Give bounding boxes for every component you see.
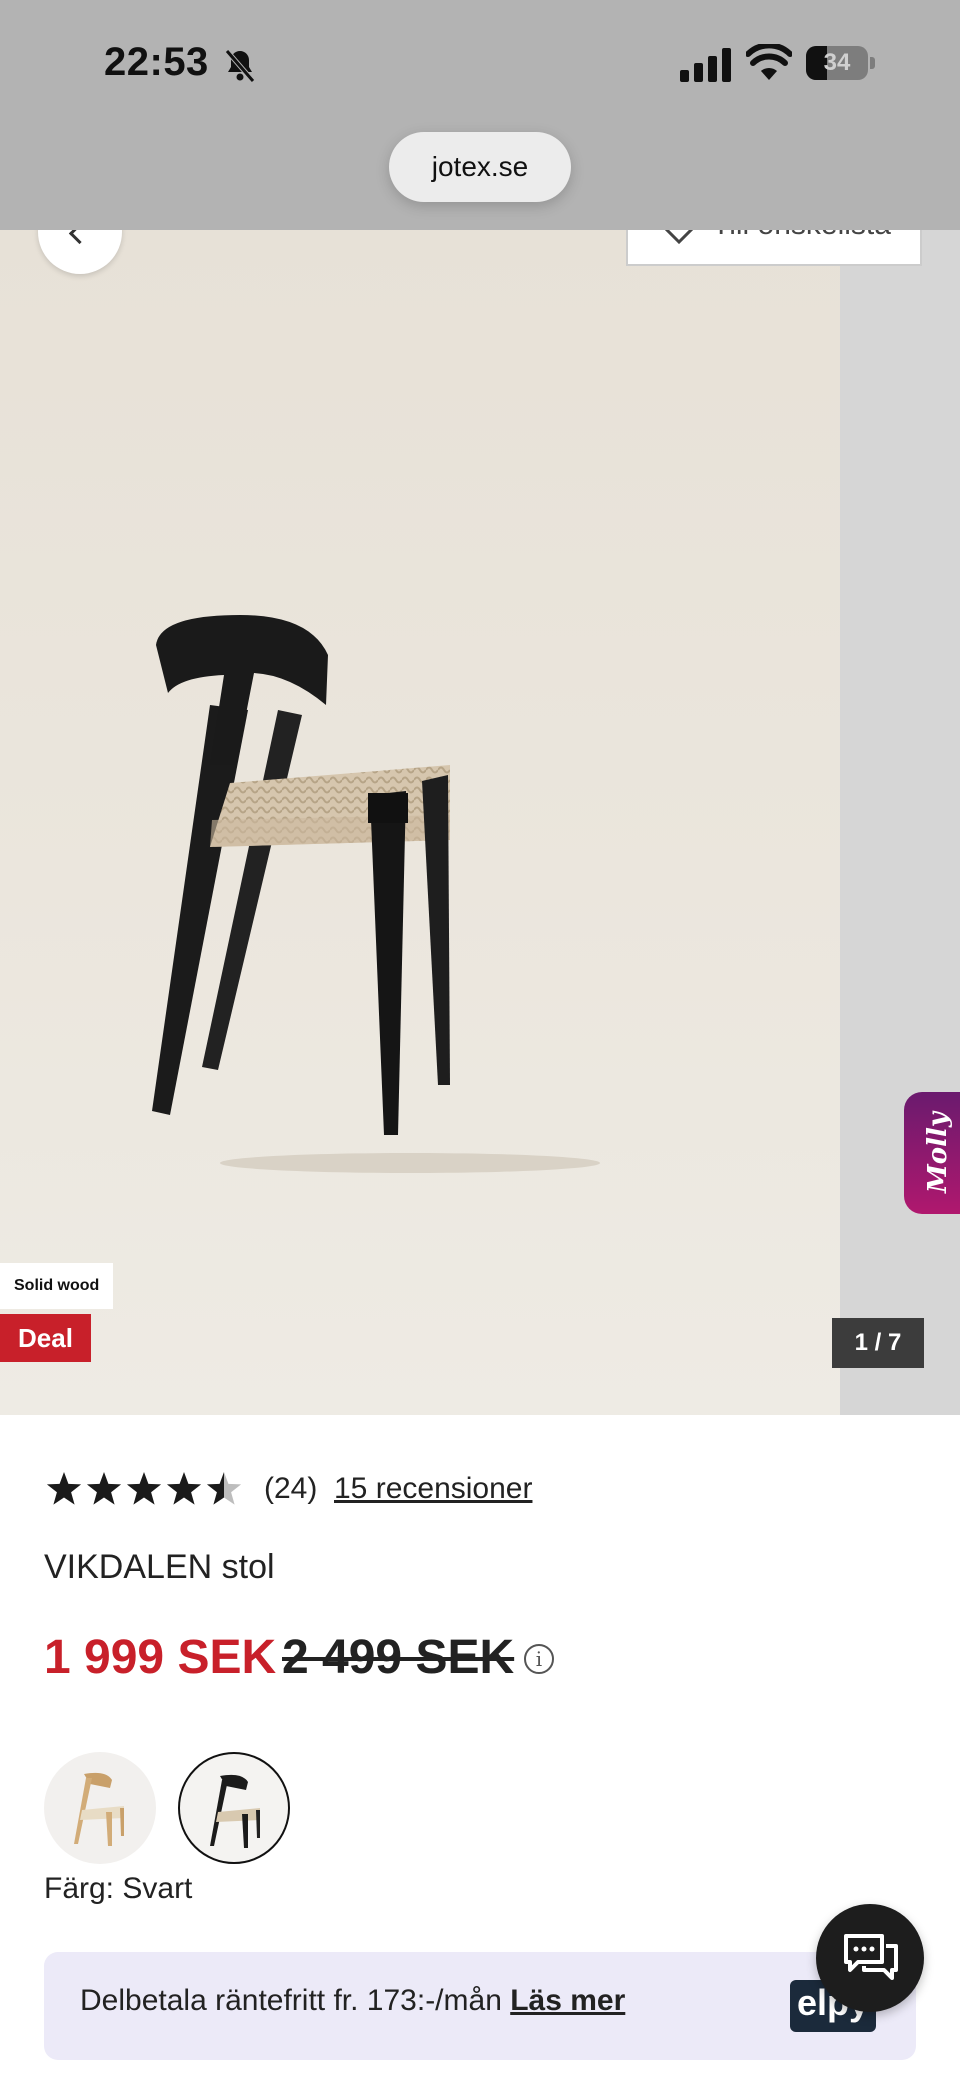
- heart-icon: [664, 230, 694, 244]
- wishlist-label: Till önskelista: [712, 230, 891, 242]
- product-image-carousel[interactable]: Till önskelista Solid wood Deal 1 / 7 Mo…: [0, 230, 960, 1415]
- chevron-left-icon: [68, 230, 91, 245]
- read-more-link[interactable]: Läs mer: [510, 1984, 625, 2017]
- installment-text-row: Delbetala räntefritt fr. 173:-/mån Läs m…: [80, 1984, 625, 2018]
- bell-muted-icon: [225, 49, 255, 83]
- wifi-icon: [746, 44, 792, 80]
- color-swatch-natural[interactable]: [44, 1752, 156, 1864]
- cellular-signal-icon: [680, 48, 731, 82]
- original-price: 2 499 SEK: [282, 1631, 515, 1684]
- chair-thumbnail-black: [210, 1774, 260, 1848]
- add-to-wishlist-button[interactable]: Till önskelista: [626, 230, 922, 266]
- star-icon: [126, 1472, 162, 1505]
- info-icon[interactable]: i: [524, 1644, 554, 1674]
- review-count: (24): [264, 1472, 318, 1505]
- installment-text: Delbetala räntefritt fr. 173:-/mån: [80, 1984, 502, 2017]
- material-badge: Solid wood: [0, 1263, 114, 1309]
- star-icon: [46, 1472, 82, 1505]
- battery-percent: 34: [823, 49, 851, 76]
- product-photo: [0, 230, 840, 1415]
- product-title: VIKDALEN stol: [44, 1548, 275, 1586]
- chair-thumbnail-natural: [74, 1772, 124, 1846]
- color-label-prefix: Färg:: [44, 1872, 115, 1905]
- battery-icon: 34: [806, 46, 876, 82]
- star-icon: [86, 1472, 122, 1505]
- color-value: Svart: [122, 1872, 193, 1905]
- color-swatch-black[interactable]: [178, 1752, 290, 1864]
- installment-banner: Delbetala räntefritt fr. 173:-/mån Läs m…: [44, 1952, 916, 2060]
- url-bar[interactable]: jotex.se: [389, 132, 571, 202]
- chat-bubbles-icon: [844, 1934, 898, 1980]
- star-icon: [166, 1472, 202, 1505]
- clock: 22:53: [104, 40, 209, 84]
- reviews-link[interactable]: 15 recensioner: [334, 1472, 532, 1506]
- molly-assistant-tab[interactable]: Molly: [904, 1092, 960, 1214]
- star-rating: [46, 1472, 242, 1505]
- selected-color-label: Färg: Svart: [44, 1872, 192, 1906]
- sale-price: 1 999 SEK: [44, 1631, 277, 1684]
- molly-label: Molly: [923, 1112, 953, 1193]
- deal-badge: Deal: [0, 1314, 91, 1362]
- chair-image: [152, 615, 600, 1173]
- image-counter: 1 / 7: [832, 1318, 924, 1368]
- star-icon: [206, 1472, 242, 1505]
- chat-button[interactable]: [816, 1904, 924, 2012]
- browser-status-bar: 22:53 34 jotex.se: [0, 0, 960, 230]
